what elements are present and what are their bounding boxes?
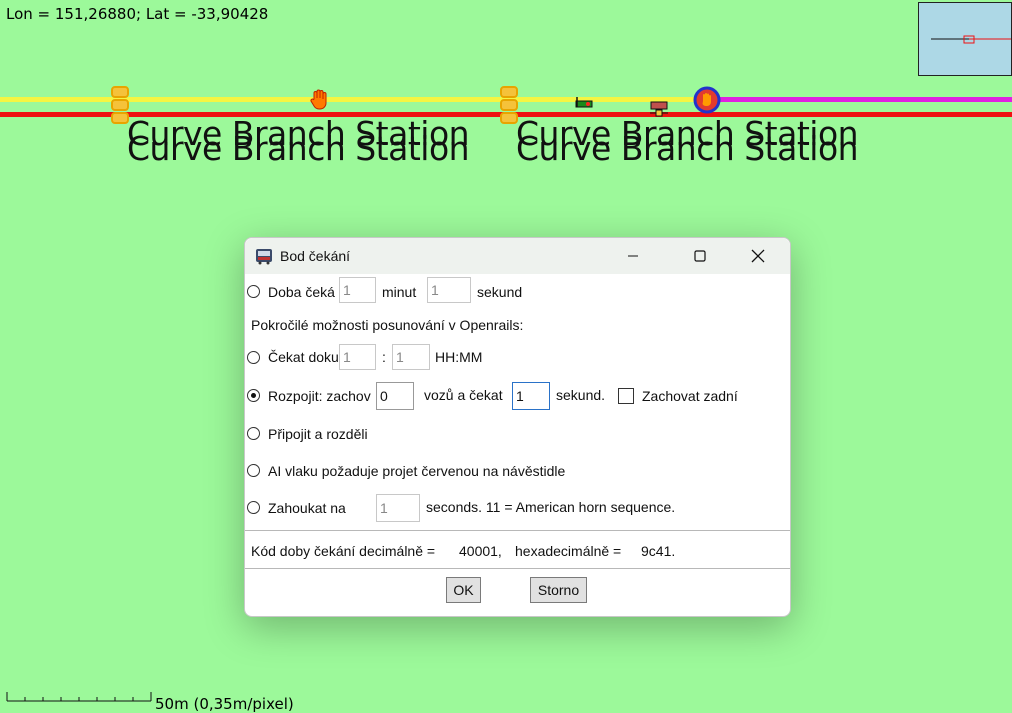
couple-split-radio[interactable]	[247, 427, 260, 440]
scale-label: 50m (0,35m/pixel)	[155, 695, 294, 713]
cars-and-wait-label: vozů a čekat	[424, 387, 503, 403]
maximize-button[interactable]	[677, 238, 723, 274]
dialog-titlebar[interactable]: Bod čekání	[245, 238, 790, 274]
coordinates-readout: Lon = 151,26880; Lat = -33,90428	[6, 5, 269, 23]
horn-radio[interactable]	[247, 501, 260, 514]
wait-until-hours-input[interactable]	[339, 344, 376, 370]
uncouple-wait-input[interactable]	[512, 382, 550, 410]
wait-point-dialog: Bod čekání Doba čeká minut sekund Pokroč…	[244, 237, 791, 617]
stop-hand-icon[interactable]	[310, 89, 330, 111]
ok-button[interactable]: OK	[446, 577, 481, 603]
red-signal-label: AI vlaku požaduje projet červenou na náv…	[268, 463, 566, 479]
separator	[245, 530, 790, 531]
advanced-options-heading: Pokročilé možnosti posunování v Openrail…	[251, 317, 524, 333]
station-label: Curve Branch Station	[127, 129, 470, 168]
track-magenta	[708, 97, 1012, 102]
maximize-icon	[694, 250, 706, 262]
code-decimal-label: Kód doby čekání decimálně =	[251, 543, 436, 559]
seconds-label: sekund	[477, 284, 523, 300]
wait-until-radio[interactable]	[247, 351, 260, 364]
close-icon	[751, 249, 765, 263]
time-format-label: HH:MM	[435, 349, 483, 365]
wait-minutes-input[interactable]	[339, 277, 376, 303]
uncouple-cars-input[interactable]	[376, 382, 414, 410]
minutes-label: minut	[382, 284, 417, 300]
horn-label: Zahoukat na	[268, 500, 346, 516]
minimize-icon	[628, 255, 638, 257]
wait-seconds-input[interactable]	[427, 277, 471, 303]
minimize-button[interactable]	[610, 238, 656, 274]
dialog-title: Bod čekání	[280, 248, 351, 264]
keep-rear-checkbox[interactable]	[618, 388, 634, 404]
signal-icon[interactable]	[573, 95, 597, 111]
keep-rear-label: Zachovat zadní	[642, 388, 738, 404]
time-colon: :	[382, 349, 386, 365]
minimap-view	[931, 35, 1011, 44]
separator	[245, 568, 790, 569]
code-hex-value: 9c41.	[641, 543, 676, 559]
close-button[interactable]	[735, 238, 781, 274]
red-signal-radio[interactable]	[247, 464, 260, 477]
cancel-button[interactable]: Storno	[530, 577, 587, 603]
uncouple-seconds-label: sekund.	[556, 387, 606, 403]
code-hex-label: hexadecimálně =	[515, 543, 622, 559]
wait-time-radio[interactable]	[247, 285, 260, 298]
couple-split-label: Připojit a rozděli	[268, 426, 368, 442]
uncouple-label: Rozpojit: zachov	[268, 388, 371, 404]
wait-until-minutes-input[interactable]	[392, 344, 430, 370]
horn-seconds-input[interactable]	[376, 494, 420, 522]
track-yellow	[0, 97, 708, 102]
horn-suffix-label: seconds. 11 = American horn sequence.	[426, 499, 676, 515]
scale-bar	[6, 692, 152, 702]
wait-until-label: Čekat doku	[268, 349, 339, 365]
code-decimal-value: 40001,	[459, 543, 502, 559]
wait-time-label: Doba čeká	[268, 284, 335, 300]
wait-point-icon[interactable]	[693, 86, 721, 114]
app-icon	[256, 249, 272, 265]
uncouple-radio[interactable]	[247, 389, 260, 402]
station-label: Curve Branch Station	[516, 129, 859, 168]
minimap[interactable]	[918, 2, 1012, 76]
